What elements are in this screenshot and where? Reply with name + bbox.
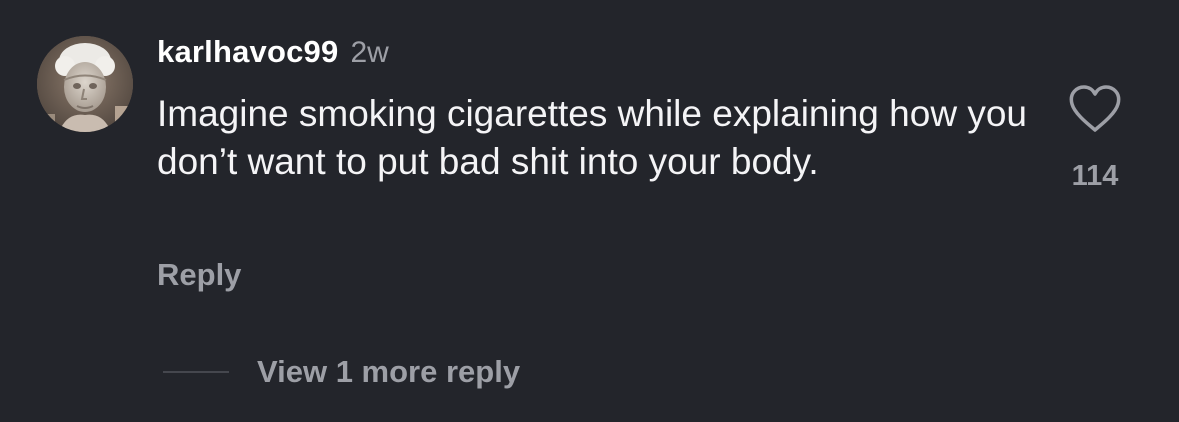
username[interactable]: karlhavoc99 <box>157 34 338 70</box>
view-replies-row[interactable]: View 1 more reply <box>163 350 520 394</box>
reply-button[interactable]: Reply <box>157 257 241 293</box>
view-more-replies-button[interactable]: View 1 more reply <box>257 354 520 390</box>
comment-item: karlhavoc99 2w Imagine smoking cigarette… <box>0 0 1179 422</box>
replies-divider <box>163 371 229 373</box>
like-count: 114 <box>1071 160 1119 192</box>
comment-header: karlhavoc99 2w <box>157 34 389 78</box>
profile-avatar[interactable] <box>37 36 133 132</box>
comment-text: Imagine smoking cigarettes while explain… <box>157 93 1027 182</box>
heart-outline-icon[interactable] <box>1067 84 1123 134</box>
like-control: 114 <box>1055 80 1135 200</box>
timestamp: 2w <box>350 36 389 69</box>
profile-avatar-image <box>37 36 133 132</box>
